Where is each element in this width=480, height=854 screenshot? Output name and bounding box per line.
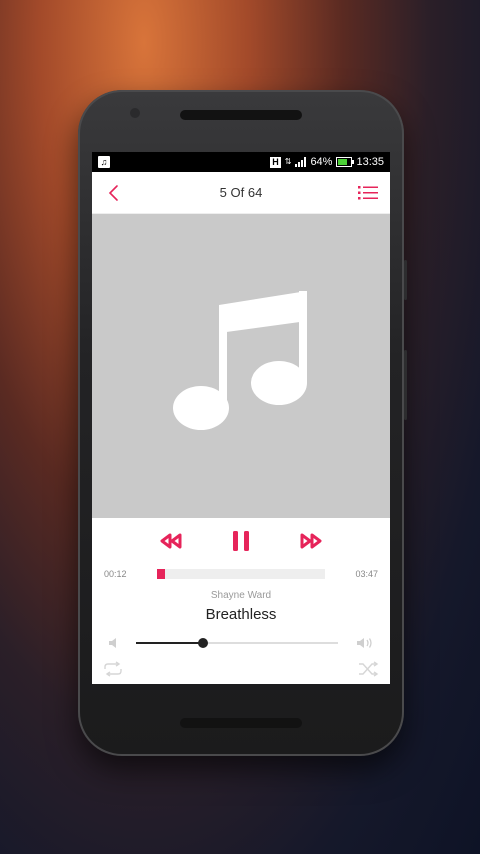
progress-row: 00:12 03:47 bbox=[92, 562, 390, 586]
camera-lens bbox=[130, 108, 140, 118]
shuffle-icon[interactable] bbox=[358, 661, 380, 677]
top-bar: 5 Of 64 bbox=[92, 172, 390, 214]
bottom-speaker bbox=[180, 718, 302, 728]
elapsed-time: 00:12 bbox=[104, 569, 127, 579]
seek-progress bbox=[156, 569, 166, 579]
fast-forward-icon bbox=[300, 533, 322, 549]
clock: 13:35 bbox=[356, 156, 384, 168]
rewind-button[interactable] bbox=[156, 526, 186, 556]
music-note-icon bbox=[173, 291, 307, 430]
volume-level bbox=[136, 642, 203, 644]
pause-button[interactable] bbox=[226, 526, 256, 556]
back-button[interactable] bbox=[102, 181, 126, 205]
playback-controls bbox=[92, 520, 390, 562]
volume-row bbox=[92, 630, 390, 656]
artist-name: Shayne Ward bbox=[210, 590, 272, 601]
battery-icon bbox=[336, 157, 355, 167]
volume-high-icon bbox=[357, 638, 372, 648]
volume-slider[interactable] bbox=[136, 638, 338, 648]
total-duration: 03:47 bbox=[355, 569, 378, 579]
playlist-icon bbox=[357, 185, 378, 199]
pause-icon bbox=[233, 531, 249, 551]
battery-percent: 64% bbox=[310, 156, 333, 168]
signal-icon bbox=[295, 157, 307, 167]
seek-bar[interactable] bbox=[156, 569, 326, 579]
album-artwork bbox=[92, 214, 390, 518]
track-position-title: 5 Of 64 bbox=[219, 185, 263, 200]
data-arrows-icon: ⇅ bbox=[284, 157, 292, 166]
power-side-button bbox=[404, 350, 407, 420]
playlist-button[interactable] bbox=[356, 181, 380, 205]
status-bar: ♫ H ⇅ 64% 13:35 bbox=[92, 152, 390, 172]
volume-side-button bbox=[404, 260, 407, 300]
network-type: H bbox=[270, 156, 281, 168]
fast-forward-button[interactable] bbox=[296, 526, 326, 556]
volume-knob[interactable] bbox=[197, 638, 208, 648]
app-screen: ♫ H ⇅ 64% 13:35 5 Of 64 00:12 03:47 Shay… bbox=[92, 152, 390, 684]
repeat-icon[interactable] bbox=[102, 661, 124, 677]
chevron-left-icon bbox=[108, 184, 118, 201]
song-title: Breathless bbox=[205, 606, 277, 623]
bottom-options bbox=[92, 656, 390, 682]
earpiece-speaker bbox=[180, 110, 302, 120]
music-note-icon: ♫ bbox=[98, 156, 110, 168]
volume-low-icon bbox=[109, 638, 116, 648]
rewind-icon bbox=[160, 533, 182, 549]
